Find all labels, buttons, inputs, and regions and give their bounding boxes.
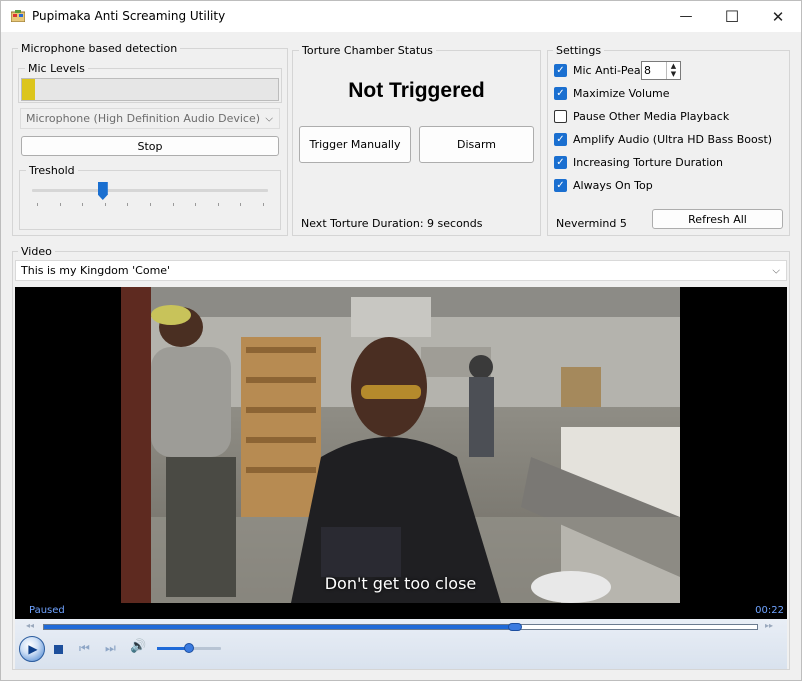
seek-bar-thumb[interactable]: [507, 623, 522, 631]
detection-group-label: Microphone based detection: [18, 42, 181, 55]
video-select[interactable]: This is my Kingdom 'Come' ⌵: [15, 260, 787, 281]
threshold-tick: [172, 203, 174, 206]
status-group-label: Torture Chamber Status: [299, 44, 436, 57]
settings-checklist: ✓ Mic Anti-Peak ✓ Maximize Volume Pause Othe…: [554, 64, 784, 204]
status-group: Torture Chamber Status Not Triggered Tri…: [292, 44, 541, 236]
threshold-tick: [37, 203, 38, 206]
threshold-slider-thumb[interactable]: [97, 182, 108, 200]
seek-bar[interactable]: [43, 623, 758, 631]
stepper-arrows[interactable]: ▲ ▼: [666, 62, 680, 79]
checkbox-checked-icon[interactable]: ✓: [554, 179, 567, 192]
threshold-tick: [150, 203, 151, 206]
app-icon: [11, 10, 25, 22]
close-button[interactable]: ✕: [755, 1, 801, 32]
checkbox-checked-icon[interactable]: ✓: [554, 156, 567, 169]
threshold-tick: [59, 203, 61, 206]
video-select-value: This is my Kingdom 'Come': [21, 264, 171, 277]
stepper-up-icon[interactable]: ▲: [667, 62, 680, 70]
threshold-slider-track[interactable]: [32, 189, 268, 192]
setting-option-label: Mic Anti-Peak: [573, 64, 648, 77]
player-status-strip: Paused 00:22: [15, 603, 787, 619]
setting-option-label: Increasing Torture Duration: [573, 156, 723, 169]
setting-option[interactable]: ✓ Amplify Audio (Ultra HD Bass Boost): [554, 133, 772, 146]
setting-option[interactable]: Pause Other Media Playback: [554, 110, 729, 123]
play-button[interactable]: ▶: [19, 636, 45, 662]
threshold-tick: [104, 203, 106, 206]
setting-option-label: Pause Other Media Playback: [573, 110, 730, 123]
player-time: 00:22: [755, 605, 784, 616]
microphone-device-select[interactable]: Microphone (High Definition Audio Device…: [20, 108, 280, 129]
maximize-button[interactable]: ☐: [709, 1, 755, 32]
chevron-down-icon: ⌵: [265, 113, 273, 124]
mic-level-meter: [21, 78, 279, 101]
next-icon[interactable]: ⏭: [105, 641, 116, 656]
trigger-manually-button[interactable]: Trigger Manually: [299, 126, 411, 163]
checkbox-checked-icon[interactable]: ✓: [554, 133, 567, 146]
stop-icon[interactable]: [54, 645, 63, 654]
volume-slider-thumb[interactable]: [184, 643, 194, 653]
setting-option[interactable]: ✓ Mic Anti-Peak: [554, 64, 647, 77]
stepper-down-icon[interactable]: ▼: [667, 70, 680, 78]
setting-option[interactable]: ✓ Increasing Torture Duration: [554, 156, 723, 169]
next-duration-text: Next Torture Duration: 9 seconds: [301, 217, 483, 230]
stop-button[interactable]: Stop: [21, 136, 279, 156]
refresh-all-label: Refresh All: [688, 212, 747, 226]
stop-button-label: Stop: [137, 139, 163, 153]
trigger-state-text: Not Triggered: [348, 79, 485, 102]
setting-option-label: Always On Top: [573, 179, 653, 192]
mic-level-fill: [22, 79, 35, 100]
disarm-label: Disarm: [456, 138, 497, 151]
video-player-screen[interactable]: Don't get too close: [15, 287, 787, 603]
window-title: Pupimaka Anti Screaming Utility: [32, 9, 226, 23]
mic-levels-label: Mic Levels: [25, 62, 88, 75]
minimize-button[interactable]: —: [663, 1, 709, 32]
setting-option[interactable]: ✓ Maximize Volume: [554, 87, 670, 100]
settings-group: Settings ✓ Mic Anti-Peak ✓ Maximize Volume P…: [547, 44, 790, 236]
title-bar[interactable]: Pupimaka Anti Screaming Utility — ☐ ✕: [1, 1, 801, 32]
video-frame-image: [121, 287, 680, 603]
rewind-icon[interactable]: ◂◂: [26, 621, 34, 630]
volume-icon[interactable]: 🔊: [130, 639, 146, 654]
refresh-all-button[interactable]: Refresh All: [652, 209, 783, 229]
threshold-tick: [82, 203, 84, 206]
disarm-button[interactable]: Disarm: [419, 126, 534, 163]
video-frame: Don't get too close: [121, 287, 680, 603]
fast-forward-icon[interactable]: ▸▸: [765, 621, 773, 630]
checkbox-checked-icon[interactable]: ✓: [554, 87, 567, 100]
threshold-label: Treshold: [26, 164, 78, 177]
previous-icon[interactable]: ⏮: [79, 641, 90, 656]
player-control-bar: Paused 00:22 ◂◂ ▸▸ ▶ ⏮ ⏭ 🔊: [15, 603, 787, 669]
close-icon: ✕: [771, 7, 785, 26]
volume-slider[interactable]: [157, 643, 221, 653]
minimize-icon: —: [679, 9, 693, 24]
anti-peak-stepper[interactable]: 8 ▲ ▼: [641, 61, 681, 80]
threshold-tick: [127, 203, 129, 206]
player-status: Paused: [29, 605, 65, 616]
maximize-icon: ☐: [724, 7, 740, 26]
threshold-group: Treshold: [19, 164, 281, 230]
settings-group-label: Settings: [553, 44, 605, 57]
seek-bar-fill: [44, 625, 515, 629]
threshold-tick: [240, 203, 242, 206]
threshold-tick: [195, 203, 197, 206]
setting-option[interactable]: ✓ Always On Top: [554, 179, 653, 192]
mic-levels-group: Mic Levels: [18, 62, 282, 103]
detection-group: Microphone based detection Mic Levels Mi…: [12, 42, 288, 236]
setting-option-label: Amplify Audio (Ultra HD Bass Boost): [573, 133, 773, 146]
trigger-manually-label: Trigger Manually: [309, 138, 401, 151]
app-window: Pupimaka Anti Screaming Utility — ☐ ✕ Mi…: [0, 0, 802, 681]
video-group-label: Video: [18, 245, 55, 258]
checkbox-unchecked-icon[interactable]: [554, 110, 567, 123]
microphone-device-value: Microphone (High Definition Audio Device…: [26, 112, 261, 125]
chevron-down-icon: ⌵: [772, 265, 780, 276]
settings-footer-text: Nevermind 5: [556, 217, 627, 230]
setting-option-label: Maximize Volume: [573, 87, 670, 100]
anti-peak-value: 8: [644, 64, 651, 77]
threshold-tick: [217, 203, 219, 206]
play-icon: ▶: [28, 642, 38, 656]
video-subtitle: Don't get too close: [324, 574, 477, 593]
threshold-tick: [263, 203, 264, 206]
checkbox-checked-icon[interactable]: ✓: [554, 64, 567, 77]
